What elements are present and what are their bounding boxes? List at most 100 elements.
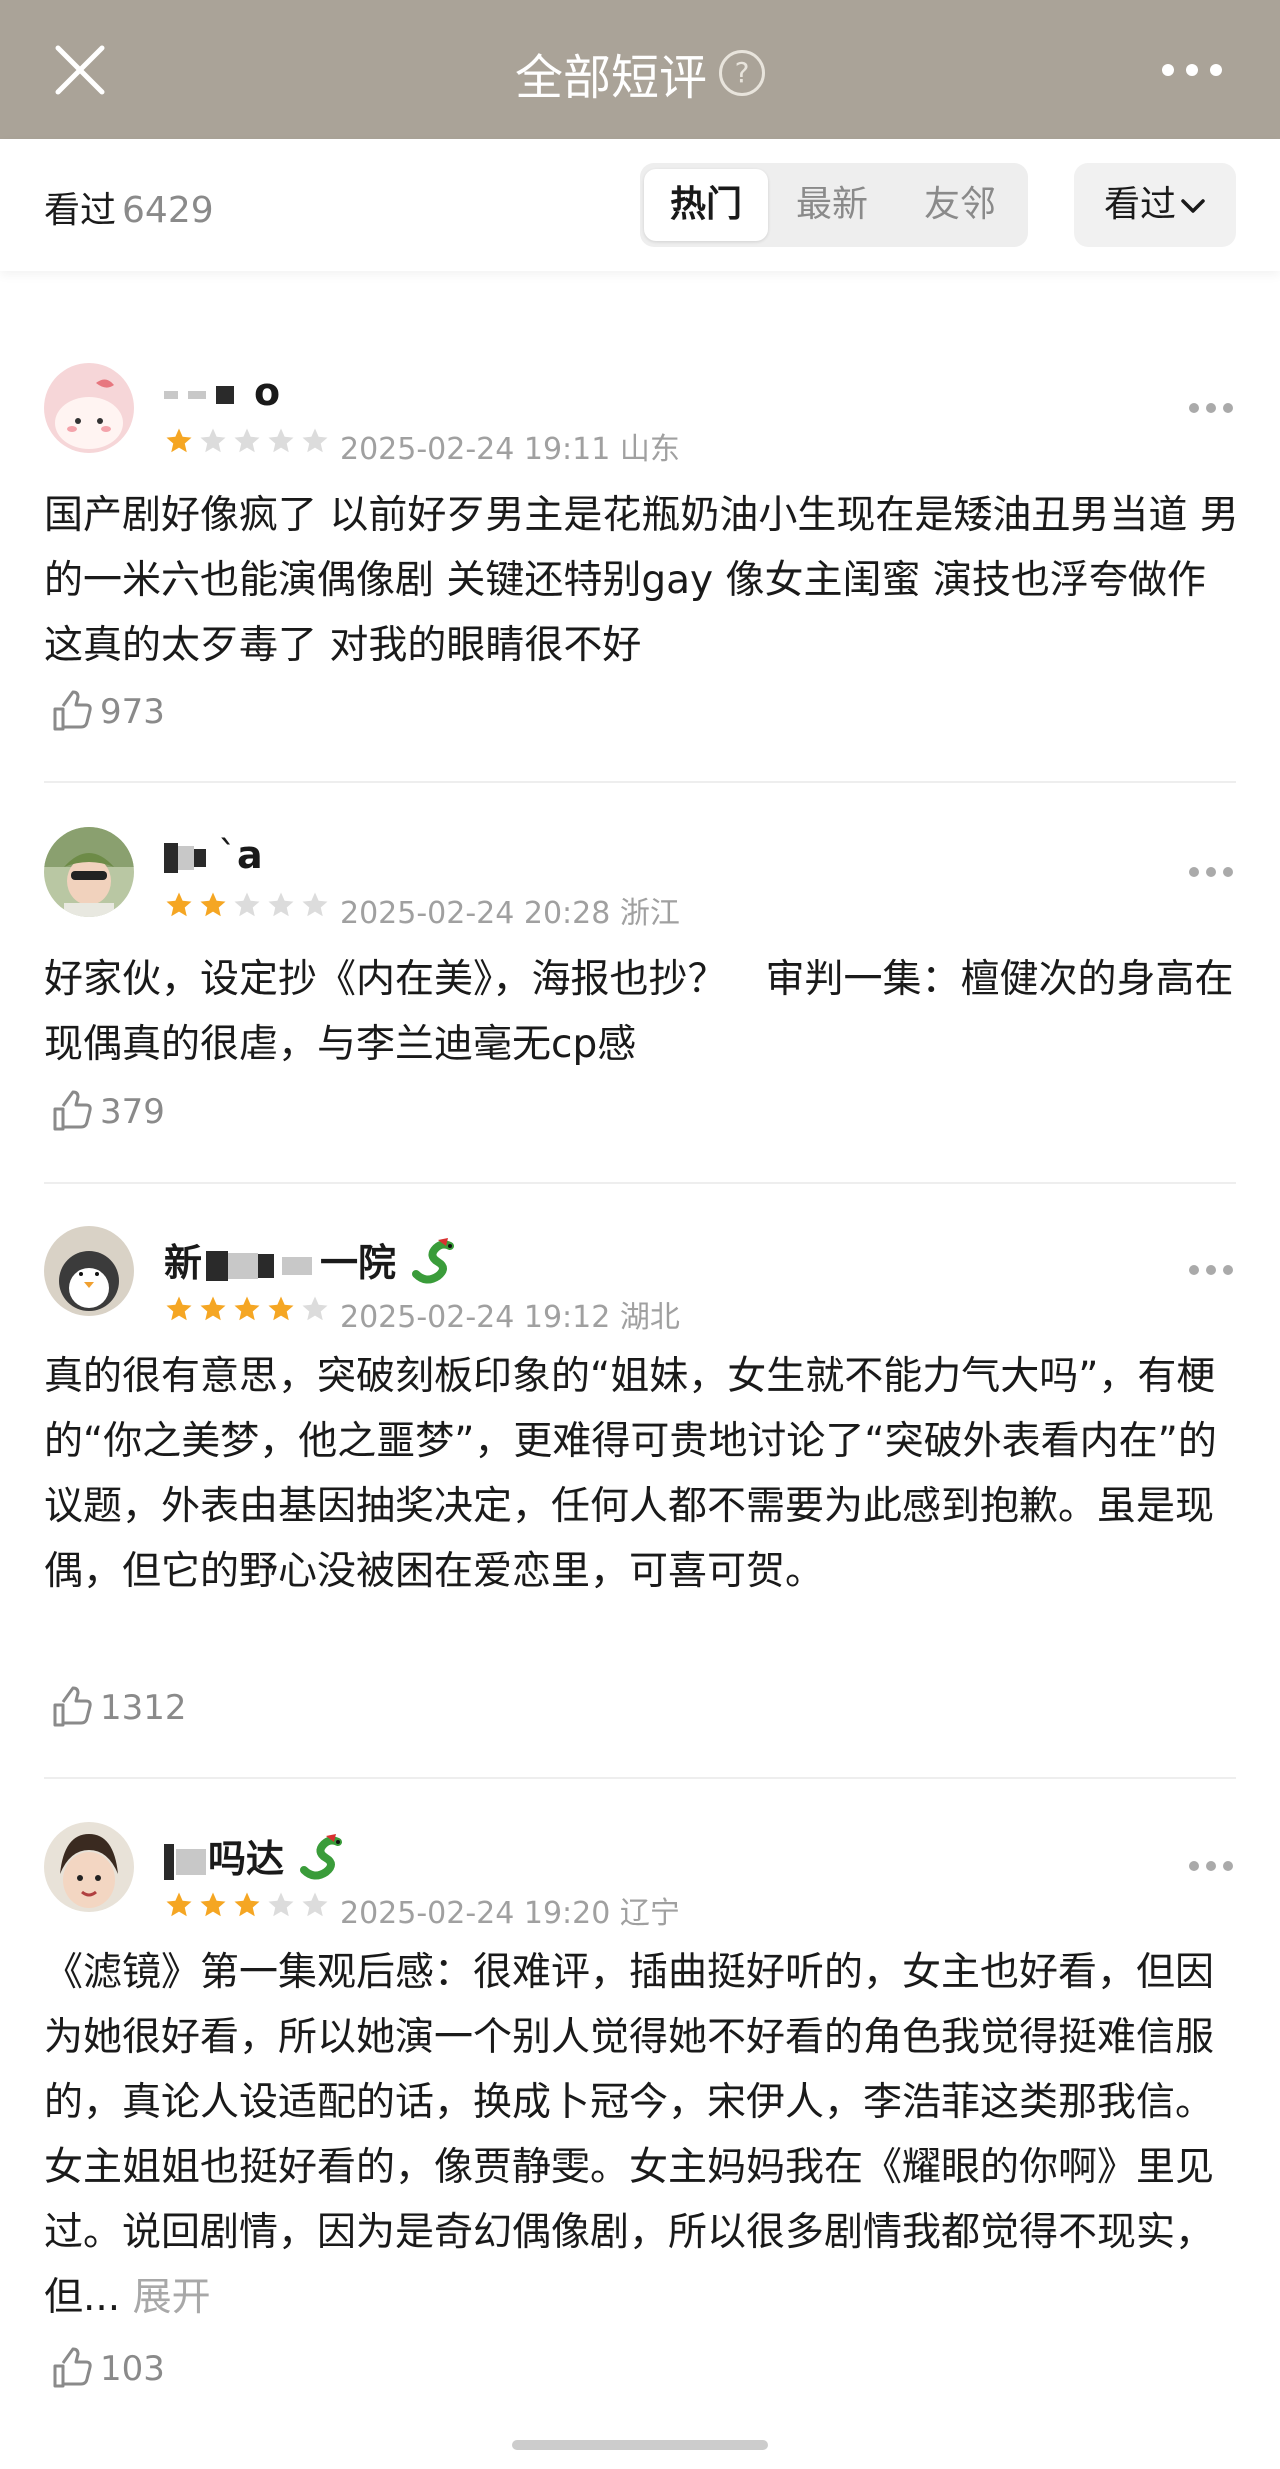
review-meta: 2025-02-24 19:20 辽宁 — [340, 1888, 680, 1932]
redacted-mark — [176, 1848, 206, 1875]
rating-stars — [164, 1294, 330, 1324]
tab-friends[interactable]: 友邻 — [898, 169, 1022, 241]
star-filled-icon — [166, 428, 192, 453]
star-filled-icon — [200, 1296, 226, 1321]
star-filled-icon — [166, 1296, 192, 1321]
snake-badge-icon — [296, 1832, 346, 1891]
like-count: 103 — [100, 2349, 165, 2389]
star-filled-icon — [200, 892, 226, 917]
like-button[interactable]: 1312 — [50, 1686, 187, 1730]
star-filled-icon — [166, 892, 192, 917]
review-region: 辽宁 — [619, 1896, 680, 1931]
avatar-image — [44, 363, 134, 453]
avatar[interactable] — [44, 363, 134, 453]
username-tail: 一院 — [320, 1241, 397, 1285]
username-text: o — [254, 370, 281, 414]
page-title-text: 全部短评 — [514, 50, 707, 106]
star-empty-icon — [268, 892, 294, 917]
review-meta: 2025-02-24 19:12 湖北 — [340, 1292, 680, 1336]
like-count: 973 — [100, 692, 165, 732]
filter-bar: 看过 6429 热门 最新 友邻 看过 — [0, 139, 1280, 271]
avatar-image — [44, 1226, 134, 1316]
review-more-icon[interactable] — [1188, 402, 1234, 414]
star-empty-icon — [302, 892, 328, 917]
redacted-mark — [178, 845, 194, 870]
avatar[interactable] — [44, 1822, 134, 1912]
redacted-mark — [164, 390, 178, 399]
username[interactable]: 新 一院 — [164, 1232, 458, 1295]
like-count: 379 — [100, 1092, 165, 1132]
redacted-mark — [282, 1256, 313, 1275]
star-filled-icon — [234, 1296, 260, 1321]
tab-latest[interactable]: 最新 — [770, 169, 894, 241]
expand-link[interactable]: 展开 — [133, 2275, 211, 2320]
help-icon[interactable]: ? — [719, 50, 765, 96]
like-count: 1312 — [100, 1688, 187, 1728]
like-button[interactable]: 973 — [50, 690, 165, 734]
divider — [44, 1182, 1236, 1184]
redacted-mark — [228, 1252, 259, 1279]
star-filled-icon — [234, 1892, 260, 1917]
review-meta: 2025-02-24 20:28 浙江 — [340, 888, 680, 932]
review-date: 2025-02-24 20:28 — [340, 896, 611, 931]
seen-label: 看过 — [44, 190, 117, 231]
redacted-mark — [188, 390, 206, 399]
star-empty-icon — [200, 428, 226, 453]
star-empty-icon — [268, 1892, 294, 1917]
avatar[interactable] — [44, 1226, 134, 1316]
avatar[interactable] — [44, 827, 134, 917]
review-date: 2025-02-24 19:11 — [340, 432, 611, 467]
redacted-mark — [258, 1253, 275, 1278]
review-text[interactable]: 真的很有意思，突破刻板印象的“姐妹，女生就不能力气大吗”，有梗的“你之美梦，他之… — [44, 1344, 1244, 1604]
divider — [44, 1777, 1236, 1779]
review-text[interactable]: 国产剧好像疯了 以前好歹男主是花瓶奶油小生现在是矮油丑男当道 男的一米六也能演偶… — [44, 483, 1244, 678]
review-date: 2025-02-24 19:12 — [340, 1300, 611, 1335]
snake-badge-icon — [408, 1236, 458, 1295]
star-filled-icon — [268, 1296, 294, 1321]
thumbs-up-icon — [53, 690, 92, 731]
rating-stars — [164, 426, 330, 456]
thumbs-up-icon — [53, 1090, 92, 1131]
review-text[interactable]: 《滤镜》第一集观后感：很难评，插曲挺好听的，女主也好看，但因为她很好看，所以她演… — [44, 1940, 1244, 2330]
review-more-icon[interactable] — [1188, 1860, 1234, 1872]
star-empty-icon — [234, 892, 260, 917]
home-indicator[interactable] — [512, 2440, 768, 2450]
more-icon[interactable] — [1160, 60, 1224, 80]
review-region: 湖北 — [619, 1300, 680, 1335]
username-text: a — [237, 833, 263, 877]
like-button[interactable]: 103 — [50, 2347, 165, 2391]
redacted-mark — [164, 842, 178, 873]
review-text[interactable]: 好家伙，设定抄《内在美》，海报也抄？ 审判一集：檀健次的身高在现偶真的很虐，与李… — [44, 947, 1244, 1077]
review-region: 山东 — [619, 432, 680, 467]
watched-filter-label: 看过 — [1103, 184, 1176, 225]
thumbs-up-icon — [53, 2347, 92, 2388]
tab-hot[interactable]: 热门 — [644, 169, 768, 241]
username[interactable]: `a — [164, 833, 263, 877]
redacted-mark — [164, 1843, 174, 1880]
watched-filter-dropdown[interactable]: 看过 — [1074, 163, 1236, 247]
review-region: 浙江 — [619, 896, 680, 931]
star-filled-icon — [200, 1892, 226, 1917]
star-empty-icon — [268, 428, 294, 453]
star-empty-icon — [234, 428, 260, 453]
star-filled-icon — [166, 1892, 192, 1917]
top-bar: 全部短评? — [0, 0, 1280, 139]
star-empty-icon — [302, 428, 328, 453]
username[interactable]: 吗达 — [164, 1828, 346, 1891]
review-more-icon[interactable] — [1188, 866, 1234, 878]
rating-stars — [164, 1890, 330, 1920]
review-more-icon[interactable] — [1188, 1264, 1234, 1276]
avatar-image — [44, 827, 134, 917]
chevron-down-icon — [1181, 199, 1205, 213]
divider — [44, 781, 1236, 783]
redacted-mark — [194, 848, 206, 867]
redacted-mark — [206, 1250, 229, 1281]
rating-stars — [164, 890, 330, 920]
like-button[interactable]: 379 — [50, 1090, 165, 1134]
username[interactable]: o — [164, 370, 280, 414]
page-title: 全部短评? — [0, 38, 1280, 108]
seen-count: 6429 — [122, 190, 214, 231]
review-meta: 2025-02-24 19:11 山东 — [340, 424, 680, 468]
redacted-mark — [216, 385, 234, 404]
review-date: 2025-02-24 19:20 — [340, 1896, 611, 1931]
